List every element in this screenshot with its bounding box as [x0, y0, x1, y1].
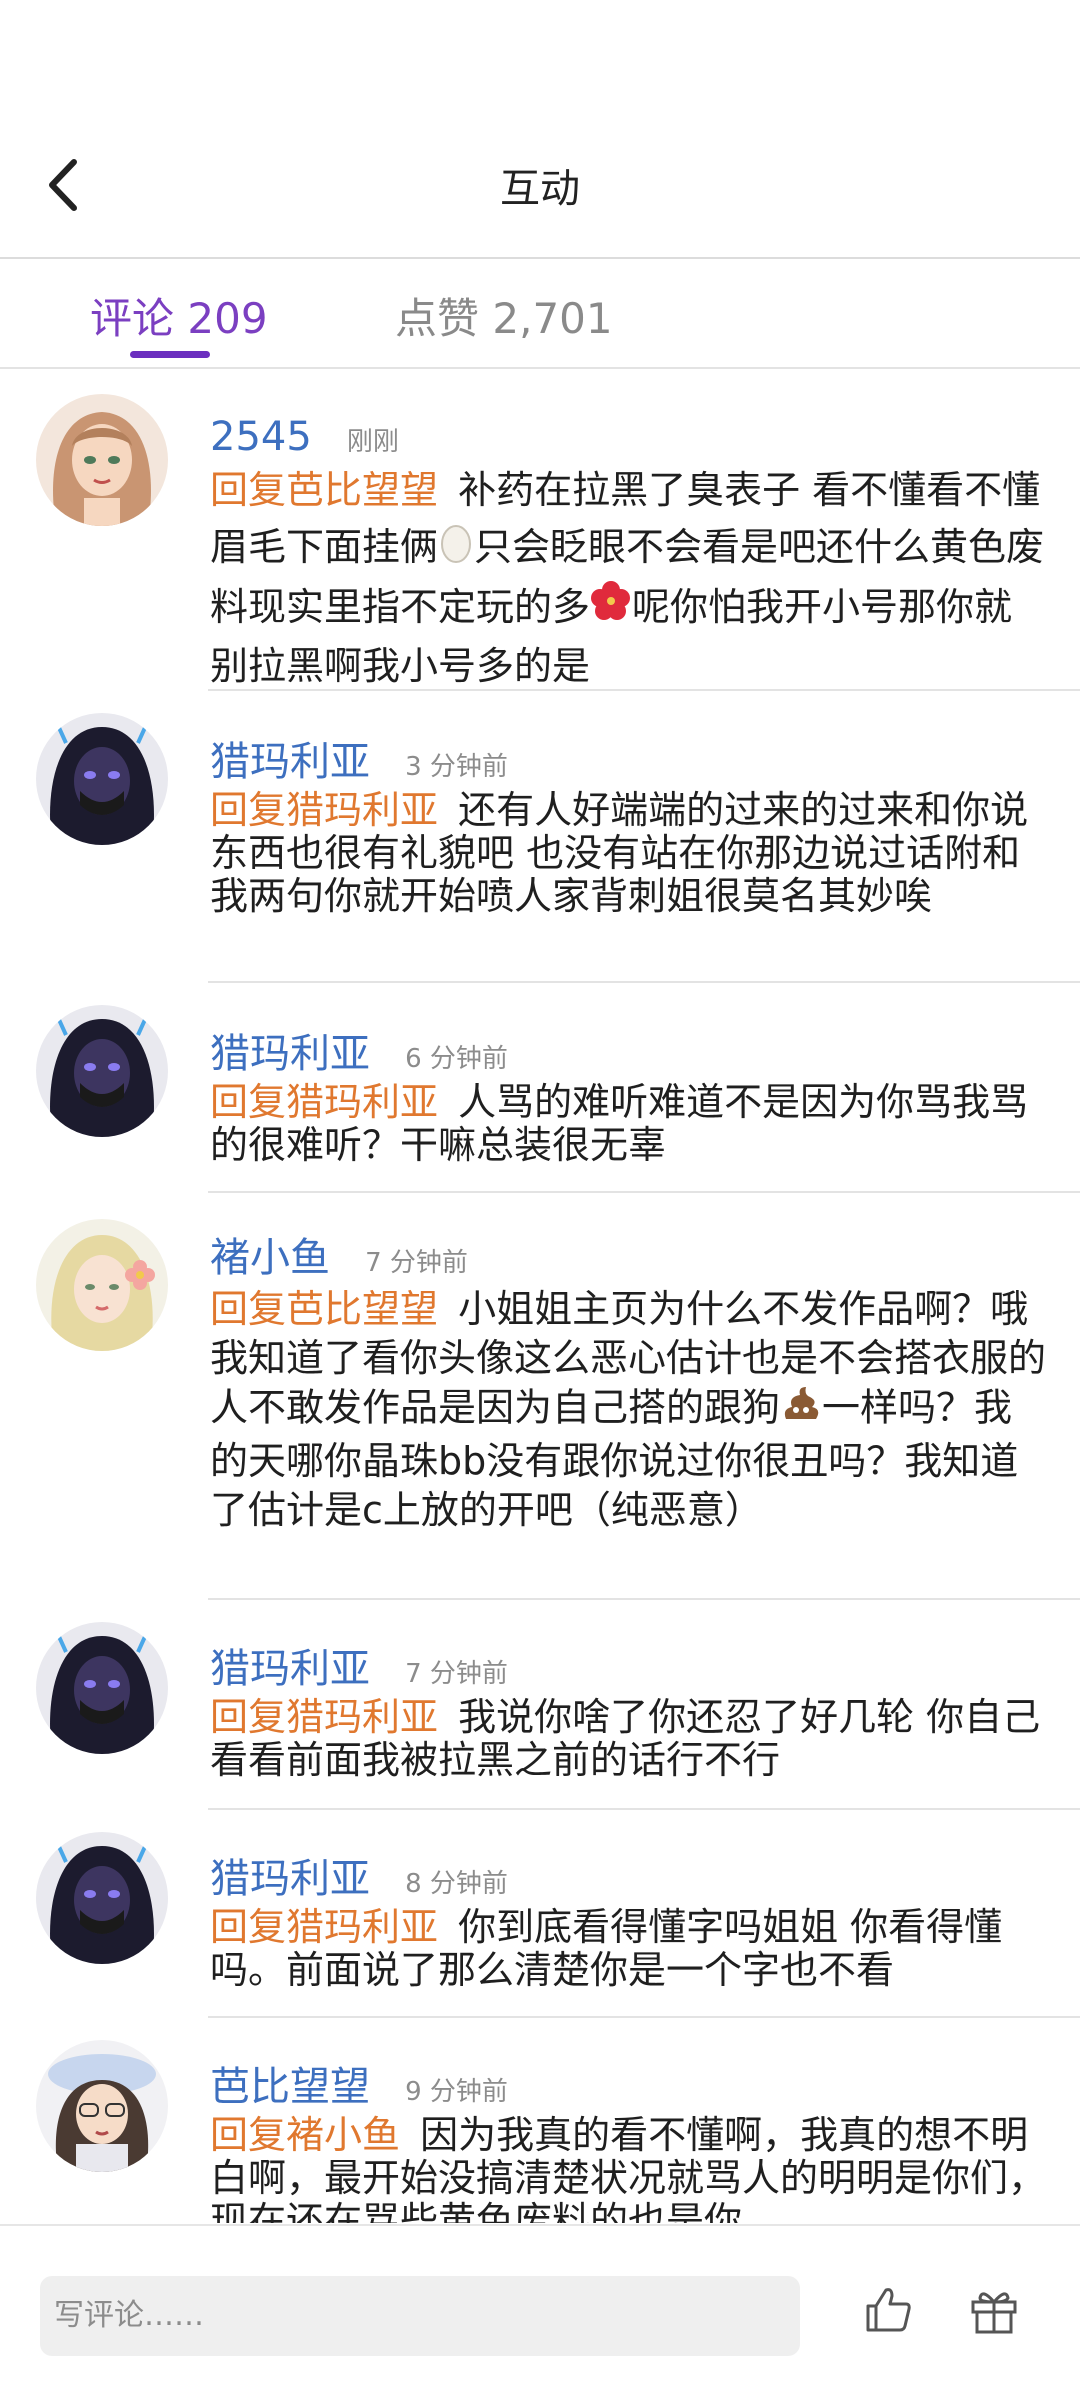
hibiscus-emoji: [590, 580, 632, 638]
tabs-divider: [0, 367, 1080, 369]
username[interactable]: 猎玛利亚: [210, 1856, 370, 1902]
comment-item[interactable]: 猎玛利亚 8 分钟前 回复猎玛利亚 你到底看得懂字吗姐姐 你看得懂吗。前面说了那…: [0, 1810, 1080, 2018]
reply-to[interactable]: 回复褚小鱼: [210, 2113, 400, 2157]
username[interactable]: 芭比望望: [210, 2064, 370, 2110]
comment-text: 回复褚小鱼 因为我真的看不懂啊，我真的想不明白啊，最开始没搞清楚状况就骂人的明明…: [210, 2113, 1050, 2224]
comment-item[interactable]: 猎玛利亚 7 分钟前 回复猎玛利亚 我说你啥了你还忍了好几轮 你自己看看前面我被…: [0, 1600, 1080, 1810]
comment-meta: 猎玛利亚 6 分钟前: [210, 983, 1050, 1079]
comment-text: 回复芭比望望 小姐姐主页为什么不发作品啊？哦我知道了看你头像这么恶心估计也是不会…: [210, 1285, 1050, 1535]
tab-comments-count: 209: [187, 294, 268, 343]
avatar[interactable]: [36, 713, 168, 845]
timestamp: 7 分钟前: [365, 1248, 468, 1278]
tab-likes[interactable]: 点赞 2,701: [395, 285, 613, 346]
comment-meta: 芭比望望 9 分钟前: [210, 2018, 1050, 2112]
username[interactable]: 猎玛利亚: [210, 1031, 370, 1077]
reply-to[interactable]: 回复芭比望望: [210, 468, 438, 512]
username[interactable]: 褚小鱼: [210, 1235, 330, 1281]
poop-emoji: [780, 1383, 822, 1437]
gift-icon[interactable]: [968, 2284, 1020, 2336]
tab-likes-count: 2,701: [492, 294, 613, 343]
comment-item[interactable]: 褚小鱼 7 分钟前 回复芭比望望 小姐姐主页为什么不发作品啊？哦我知道了看你头像…: [0, 1193, 1080, 1600]
comment-item[interactable]: 猎玛利亚 3 分钟前 回复猎玛利亚 还有人好端端的过来的过来和你说东西也很有礼貌…: [0, 691, 1080, 983]
comment-item[interactable]: 芭比望望 9 分钟前 回复褚小鱼 因为我真的看不懂啊，我真的想不明白啊，最开始没…: [0, 2018, 1080, 2223]
comment-text: 回复猎玛利亚 我说你啥了你还忍了好几轮 你自己看看前面我被拉黑之前的话行不行: [210, 1696, 1050, 1782]
thumbs-up-icon[interactable]: [862, 2284, 914, 2336]
comment-input[interactable]: 写评论……: [40, 2276, 800, 2356]
tab-bar: 评论 209 点赞 2,701: [0, 259, 1080, 367]
username[interactable]: 2545: [210, 414, 312, 460]
comment-text: 回复芭比望望 补药在拉黑了臭表子 看不懂看不懂眉毛下面挂俩 只会眨眼不会看是吧还什…: [210, 462, 1050, 695]
reply-to[interactable]: 回复猎玛利亚: [210, 1695, 438, 1739]
username[interactable]: 猎玛利亚: [210, 1646, 370, 1692]
comment-list[interactable]: 2545 刚刚 回复芭比望望 补药在拉黑了臭表子 看不懂看不懂眉毛下面挂俩 只会眨…: [0, 370, 1080, 2223]
avatar[interactable]: [36, 1832, 168, 1964]
comment-meta: 2545 刚刚: [210, 370, 1050, 460]
tab-likes-label: 点赞: [395, 294, 480, 343]
timestamp: 7 分钟前: [405, 1659, 508, 1689]
avatar[interactable]: [36, 394, 168, 526]
comment-composer-bar: 写评论……: [0, 2224, 1080, 2405]
tab-comments-label: 评论: [90, 294, 175, 343]
avatar[interactable]: [36, 1005, 168, 1137]
comment-item[interactable]: 猎玛利亚 6 分钟前 回复猎玛利亚 人骂的难听难道不是因为你骂我骂的很难听？干嘛…: [0, 983, 1080, 1193]
reply-to[interactable]: 回复猎玛利亚: [210, 788, 438, 832]
header: 互动: [0, 0, 1080, 259]
comment-meta: 褚小鱼 7 分钟前: [210, 1193, 1050, 1283]
comment-text: 回复猎玛利亚 还有人好端端的过来的过来和你说东西也很有礼貌吧 也没有站在你那边说…: [210, 789, 1050, 918]
egg-emoji: [438, 521, 474, 579]
comment-text: 回复猎玛利亚 人骂的难听难道不是因为你骂我骂的很难听？干嘛总装很无辜: [210, 1081, 1050, 1167]
comment-item[interactable]: 2545 刚刚 回复芭比望望 补药在拉黑了臭表子 看不懂看不懂眉毛下面挂俩 只会眨…: [0, 370, 1080, 691]
reply-to[interactable]: 回复芭比望望: [210, 1287, 438, 1331]
active-tab-indicator: [130, 351, 210, 358]
timestamp: 6 分钟前: [405, 1044, 508, 1074]
reply-to[interactable]: 回复猎玛利亚: [210, 1905, 438, 1949]
comment-meta: 猎玛利亚 3 分钟前: [210, 691, 1050, 787]
avatar[interactable]: [36, 2040, 168, 2172]
reply-to[interactable]: 回复猎玛利亚: [210, 1080, 438, 1124]
avatar[interactable]: [36, 1622, 168, 1754]
timestamp: 8 分钟前: [405, 1869, 508, 1899]
tab-comments[interactable]: 评论 209: [90, 285, 268, 346]
comment-meta: 猎玛利亚 8 分钟前: [210, 1810, 1050, 1904]
comment-meta: 猎玛利亚 7 分钟前: [210, 1600, 1050, 1694]
timestamp: 3 分钟前: [405, 752, 508, 782]
comment-text: 回复猎玛利亚 你到底看得懂字吗姐姐 你看得懂吗。前面说了那么清楚你是一个字也不看: [210, 1906, 1050, 1992]
timestamp: 9 分钟前: [405, 2077, 508, 2107]
username[interactable]: 猎玛利亚: [210, 739, 370, 785]
page-title: 互动: [500, 166, 580, 212]
avatar[interactable]: [36, 1219, 168, 1351]
timestamp: 刚刚: [346, 427, 399, 457]
